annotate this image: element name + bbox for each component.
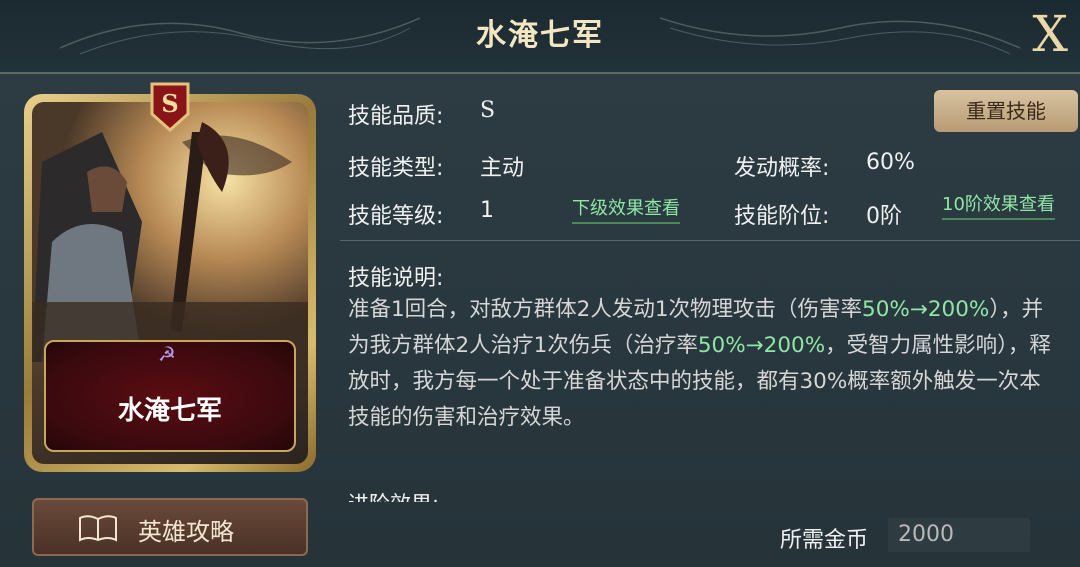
heal-rate-highlight: 50%→200% [697, 333, 826, 358]
tier-value: 0阶 [866, 204, 902, 229]
gold-cost-label: 所需金币 [780, 528, 869, 553]
close-button[interactable]: X [1032, 2, 1068, 66]
reset-skill-button[interactable]: 重置技能 [934, 90, 1078, 132]
grade-s-badge-icon: S [150, 82, 190, 132]
grade-badge-text: S [161, 89, 178, 118]
type-value: 主动 [480, 156, 525, 181]
book-icon [79, 515, 117, 542]
level-label: 技能等级: [348, 204, 444, 229]
type-label: 技能类型: [348, 156, 444, 181]
hero-guide-button[interactable]: 英雄攻略 [32, 498, 308, 556]
hero-guide-label: 英雄攻略 [138, 518, 234, 546]
tier-label: 技能阶位: [734, 204, 830, 229]
chance-label: 发动概率: [734, 156, 830, 181]
skill-description: 准备1回合，对敌方群体2人发动1次物理攻击（伤害率50%→200%），并为我方群… [348, 292, 1060, 436]
chance-value: 60% [866, 150, 915, 175]
description-title: 技能说明: [348, 266, 444, 291]
faction-emblem-icon: ☭ [158, 342, 176, 366]
advance-effect-title: 进阶效果: [348, 488, 439, 502]
skill-card: 水淹七军 [24, 94, 316, 472]
description-text-1: 准备1回合，对敌方群体2人发动1次物理攻击（伤害率 [348, 297, 863, 322]
next-level-effect-link[interactable]: 下级效果查看 [572, 194, 680, 224]
skill-art-image [32, 102, 308, 362]
quality-value: S [480, 98, 496, 123]
title-bar: 水淹七军 X [0, 0, 1080, 74]
level-value: 1 [480, 198, 494, 223]
quality-label: 技能品质: [348, 104, 444, 129]
tier10-effect-link[interactable]: 10阶效果查看 [942, 190, 1055, 220]
skill-card-name: 水淹七军 [117, 396, 222, 426]
divider [340, 240, 1080, 241]
page-title: 水淹七军 [476, 18, 604, 53]
damage-rate-highlight: 50%→200% [862, 297, 990, 322]
skill-card-inner: 水淹七军 [32, 102, 308, 464]
gold-cost-value: 2000 [888, 518, 1030, 552]
